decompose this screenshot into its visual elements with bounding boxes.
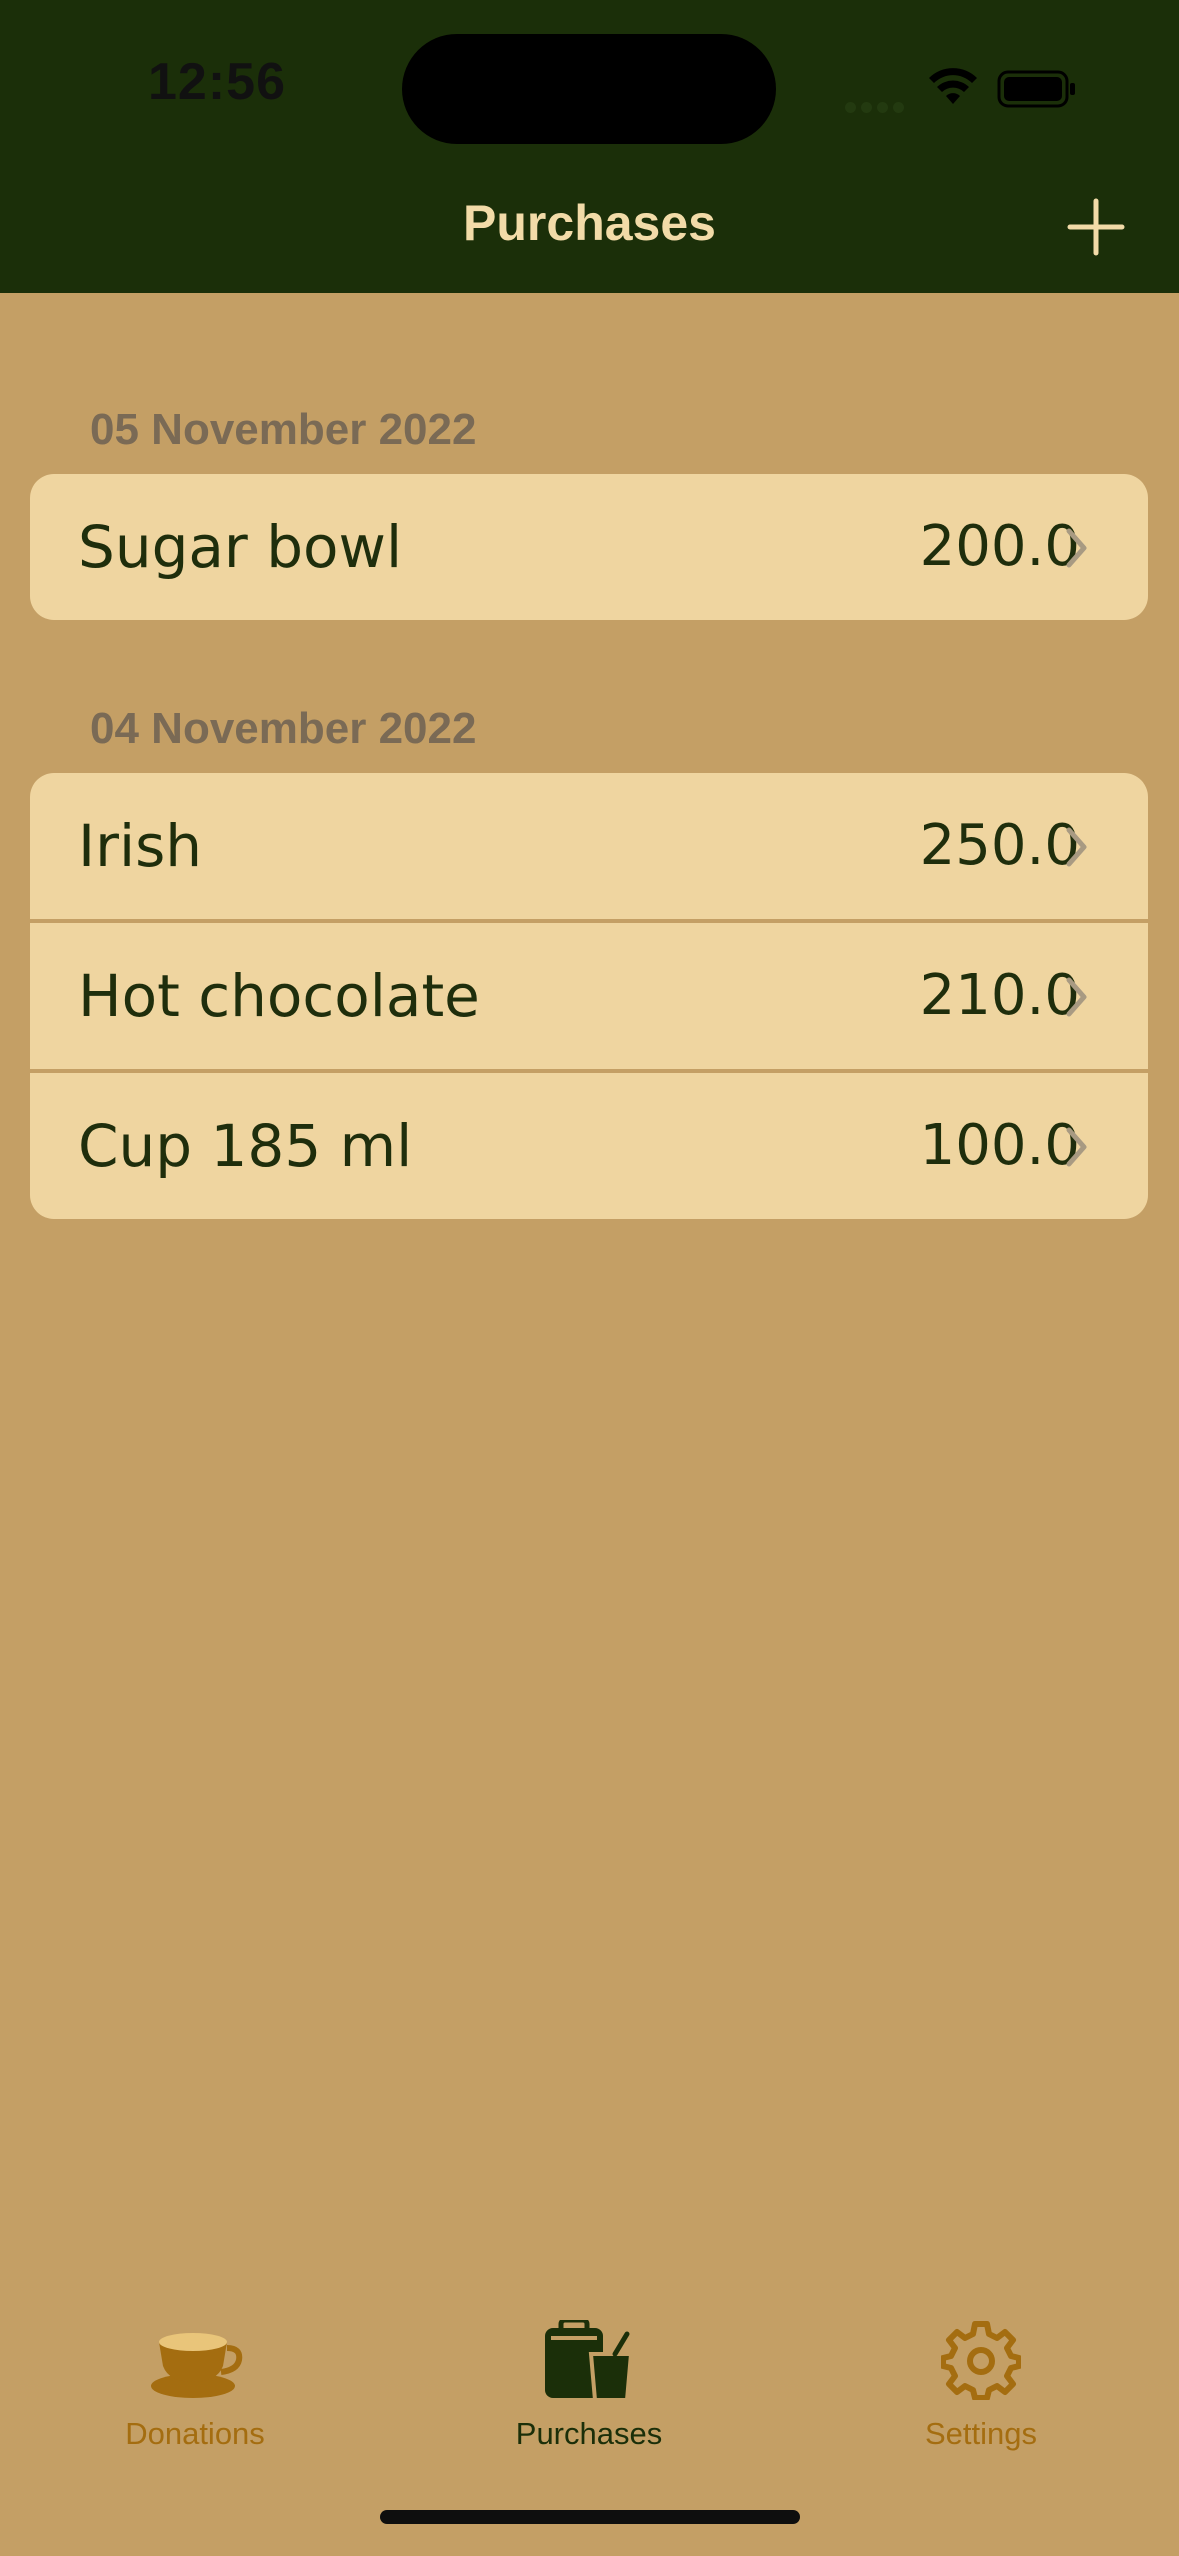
purchase-amount: 200.0 [919,514,1080,579]
signal-dots-icon [845,98,909,117]
chevron-right-icon [1066,827,1087,867]
section-header-date: 04 November 2022 [90,704,477,753]
purchase-name: Irish [78,812,203,880]
purchase-amount: 100.0 [919,1113,1080,1178]
purchase-row[interactable]: Irish 250.0 [30,773,1148,919]
tab-purchases[interactable]: Purchases [439,2320,739,2451]
dynamic-island [402,34,776,144]
status-icons [845,60,1085,113]
wifi-icon [929,68,977,104]
purchases-icon [545,2320,634,2400]
purchase-row[interactable]: Cup 185 ml 100.0 [30,1073,1148,1219]
home-indicator[interactable] [380,2510,800,2524]
tab-label: Donations [125,2416,265,2451]
gear-icon [941,2321,1021,2400]
purchase-name: Hot chocolate [78,962,480,1030]
tab-label: Settings [924,2416,1037,2451]
status-time: 12:56 [148,53,286,111]
purchase-name: Cup 185 ml [78,1112,413,1180]
navigation-bar: 12:56 Purchases [0,0,1179,293]
tab-donations[interactable]: Donations [45,2320,345,2451]
tab-settings[interactable]: Settings [831,2320,1131,2451]
purchase-row[interactable]: Sugar bowl 200.0 [30,474,1148,620]
purchase-amount: 210.0 [919,963,1080,1028]
purchase-name: Sugar bowl [78,513,403,581]
coffee-cup-icon [151,2333,243,2398]
add-purchase-button[interactable] [1066,197,1126,257]
chevron-right-icon [1066,1127,1087,1167]
tab-label: Purchases [515,2416,663,2451]
plus-icon [1067,198,1125,256]
chevron-right-icon [1066,528,1087,568]
chevron-right-icon [1066,977,1087,1017]
purchase-amount: 250.0 [919,813,1080,878]
purchase-row[interactable]: Hot chocolate 210.0 [30,923,1148,1069]
section-header-date: 05 November 2022 [90,405,477,454]
battery-icon [997,70,1075,108]
page-title: Purchases [463,195,716,251]
